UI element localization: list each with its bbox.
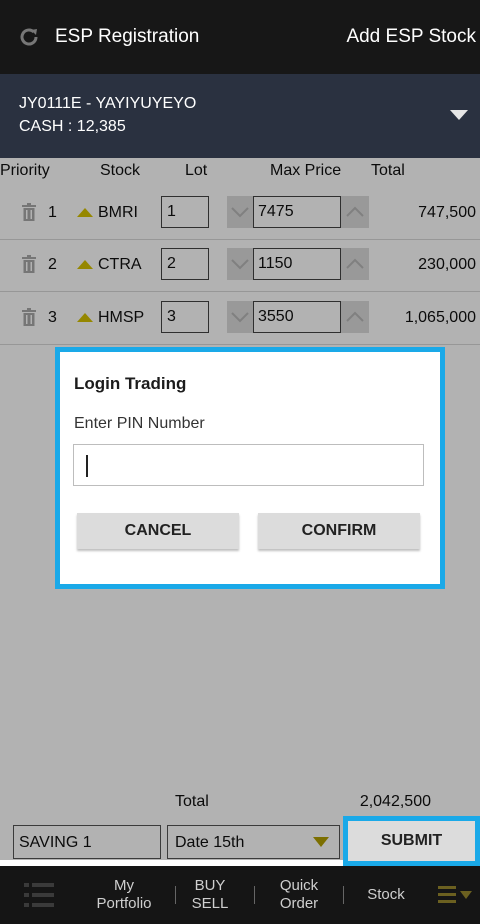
nav-divider (254, 886, 255, 904)
nav-my-portfolio-line1: My (114, 877, 134, 894)
account-selector[interactable]: JY0111E - YAYIYUYEYO CASH : 12,385 (0, 74, 480, 158)
refresh-icon[interactable] (18, 26, 40, 48)
dialog-title: Login Trading (74, 374, 187, 393)
nav-quick-line2: Order (279, 895, 319, 912)
login-trading-dialog: Login Trading Enter PIN Number CANCEL CO… (60, 352, 440, 584)
nav-stock[interactable]: Stock (358, 886, 414, 904)
nav-sell-line: SELL (191, 895, 229, 912)
nav-buy-sell[interactable]: BUY SELL (188, 877, 232, 913)
text-cursor (86, 455, 88, 477)
pin-label: Enter PIN Number (74, 415, 205, 432)
page-title: ESP Registration (55, 26, 200, 47)
add-esp-stock-button[interactable]: Add ESP Stock (346, 26, 476, 48)
nav-my-portfolio[interactable]: My Portfolio (86, 877, 162, 913)
nav-quick-line1: Quick (279, 877, 319, 894)
nav-divider (343, 886, 344, 904)
nav-buy-line: BUY (194, 877, 226, 894)
account-code: JY0111E - YAYIYUYEYO (19, 95, 197, 112)
nav-my-portfolio-line2: Portfolio (96, 895, 152, 912)
confirm-button[interactable]: CONFIRM (258, 513, 420, 549)
more-menu-icon[interactable] (438, 884, 474, 906)
submit-button[interactable]: SUBMIT (348, 821, 475, 861)
cash-balance: CASH : 12,385 (19, 118, 126, 135)
menu-list-icon[interactable] (24, 881, 54, 909)
app-header: ESP Registration Add ESP Stock (0, 0, 480, 74)
bottom-nav: My Portfolio BUY SELL Quick Order Stock (0, 866, 480, 924)
cancel-button[interactable]: CANCEL (77, 513, 239, 549)
nav-divider (175, 886, 176, 904)
nav-quick-order[interactable]: Quick Order (268, 877, 330, 913)
pin-input[interactable] (73, 444, 424, 486)
dropdown-arrow-icon[interactable] (450, 110, 468, 120)
